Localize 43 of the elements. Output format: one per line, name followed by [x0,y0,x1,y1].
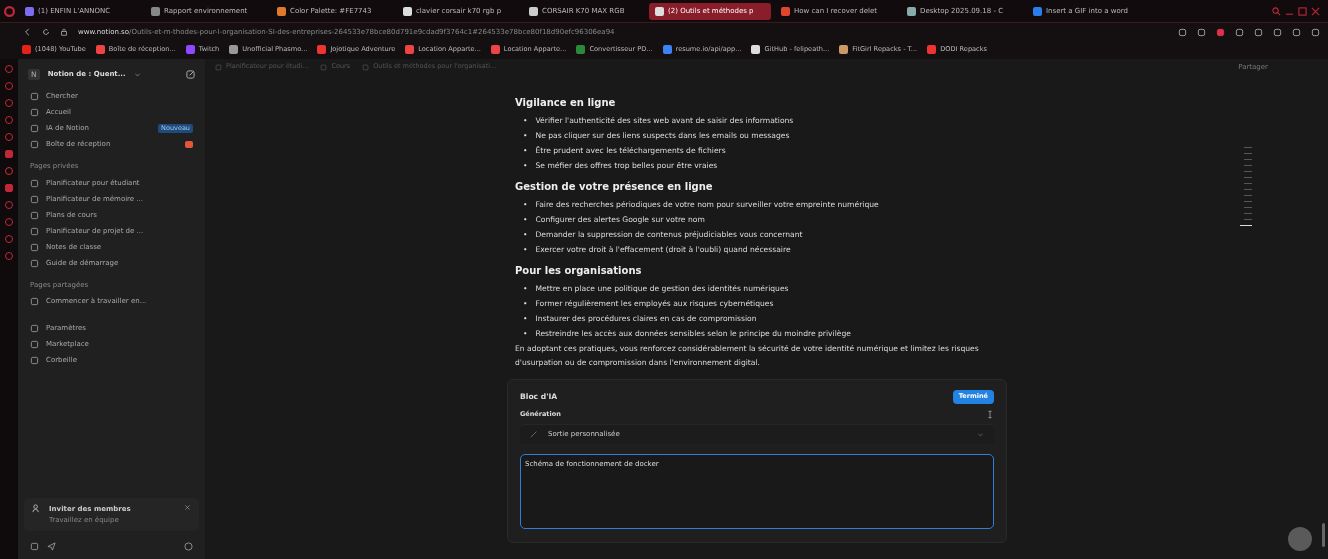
scrollbar-thumb[interactable] [1322,523,1325,547]
section-heading: Pour les organisations [515,264,643,278]
lock-icon [60,28,68,36]
sidebar-app-icon[interactable] [5,150,13,158]
bookmark-favicon-icon [229,45,239,55]
browser-logo-icon [4,5,15,17]
tab-favicon-icon [277,6,286,16]
search-icon[interactable] [1272,6,1281,16]
tab-favicon-icon [151,6,160,16]
outline-drawing[interactable] [1240,147,1252,226]
bookmark-favicon-icon [185,45,195,55]
close-icon[interactable] [1311,6,1320,16]
section-heading: Gestion de votre présence en ligne [515,180,714,194]
bookmark-favicon-icon [95,45,105,55]
bookmark-favicon-icon [317,45,327,55]
section-heading: Vigilance en ligne [515,96,617,110]
bookmark-favicon-icon [22,45,31,55]
tab-favicon-icon [403,6,412,16]
send-icon[interactable] [47,542,56,551]
close-icon[interactable] [184,504,191,511]
tab-favicon-icon [655,6,664,16]
maximize-icon[interactable] [1298,6,1307,16]
text-cursor-icon [986,410,994,420]
sidebar-app-icon[interactable] [5,184,13,192]
tab-favicon-icon [25,6,34,16]
bookmark-favicon-icon [751,45,761,55]
people-icon [32,504,41,513]
back-icon[interactable] [24,28,32,36]
bookmark-favicon-icon [490,45,500,55]
tab-favicon-icon [1033,6,1042,16]
tab-favicon-icon [907,6,916,16]
bookmark-favicon-icon [662,45,672,55]
reload-icon[interactable] [42,28,50,36]
bookmark-favicon-icon [839,45,849,55]
bookmark-favicon-icon [576,45,586,55]
assistant-button[interactable] [1288,527,1312,551]
pen-icon [530,430,538,438]
bookmark-favicon-icon [405,45,415,55]
tab-favicon-icon [781,6,790,16]
chevron-down-icon[interactable] [133,71,141,78]
new-page-icon[interactable] [186,70,195,79]
bookmark-favicon-icon [927,45,937,55]
tab-favicon-icon [529,6,538,16]
